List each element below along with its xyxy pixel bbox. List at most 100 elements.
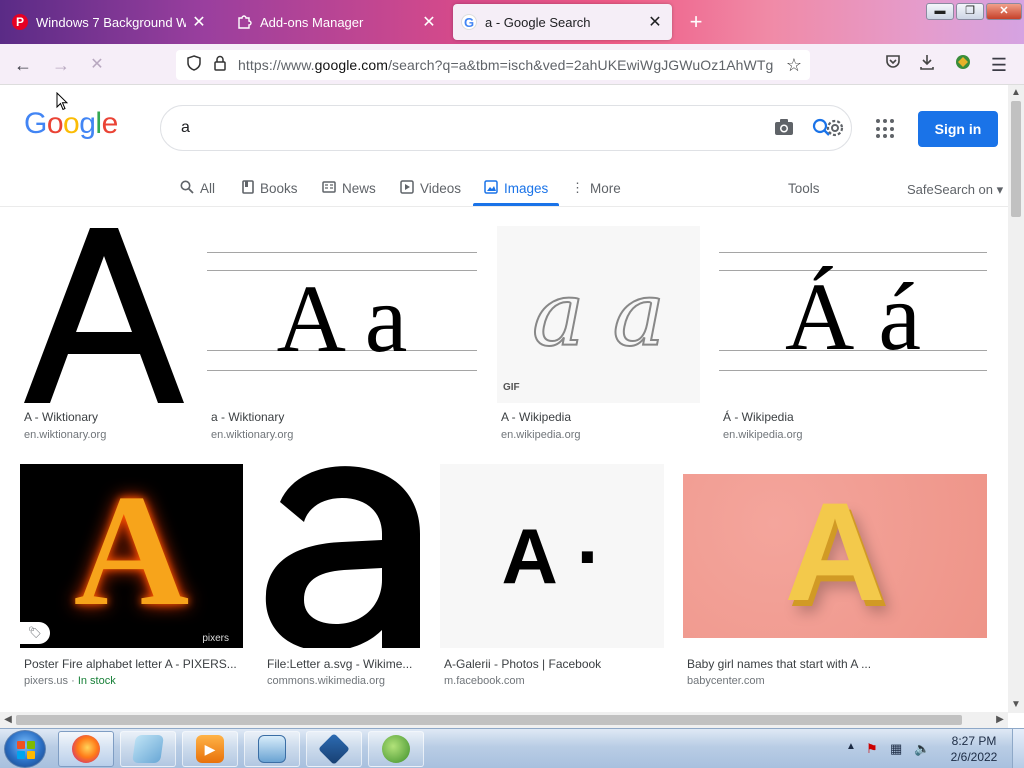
tab-more[interactable]: ⋮ More (571, 175, 621, 201)
search-icon (180, 180, 194, 197)
news-icon (322, 180, 336, 196)
pinterest-icon: P (12, 14, 28, 30)
scroll-up-icon[interactable]: ▲ (1008, 85, 1024, 101)
result-title[interactable]: A-Galerii - Photos | Facebook (444, 657, 664, 671)
gif-badge: GIF (503, 382, 520, 393)
search-input[interactable]: a (181, 119, 190, 137)
system-tray: ▲ ⚑ ▦ 🔈 (842, 729, 942, 768)
search-box[interactable]: a (160, 105, 852, 151)
tab-label: Windows 7 Background Wallpa (36, 14, 186, 30)
minimize-button[interactable]: ▬ (926, 3, 954, 20)
taskbar-download-manager[interactable] (368, 731, 424, 767)
tab-news[interactable]: News (322, 175, 376, 201)
taskbar-control-panel[interactable] (244, 731, 300, 767)
taskbar-app-2[interactable] (120, 731, 176, 767)
safesearch-dropdown[interactable]: SafeSearch on ▾ (907, 182, 1003, 198)
tracking-protection-icon[interactable] (184, 55, 204, 75)
vertical-scrollbar[interactable]: ▲ ▼ (1008, 85, 1024, 713)
extension-icon[interactable] (950, 52, 976, 78)
google-apps-icon[interactable] (876, 119, 896, 139)
result-title[interactable]: File:Letter a.svg - Wikime... (267, 657, 420, 671)
puzzle-icon (236, 14, 252, 30)
url-text[interactable]: https://www.google.com/search?q=a&tbm=is… (238, 57, 774, 73)
show-desktop-button[interactable] (1012, 729, 1024, 768)
result-title[interactable]: Baby girl names that start with A ... (687, 657, 987, 671)
reload-stop-button[interactable]: ✕ (84, 52, 110, 78)
watermark: pixers (202, 633, 229, 644)
tab-windows7-wallpaper[interactable]: P Windows 7 Background Wallpa ✕ (4, 4, 216, 40)
tab-addons-manager[interactable]: Add-ons Manager ✕ (228, 4, 446, 40)
back-button[interactable]: ← (10, 52, 36, 78)
start-button[interactable] (4, 730, 46, 768)
result-title[interactable]: a - Wiktionary (211, 410, 477, 424)
lock-icon[interactable] (210, 55, 230, 75)
windows-logo-icon (17, 741, 35, 759)
result-source: en.wikipedia.org (501, 429, 581, 441)
horizontal-scrollbar[interactable]: ◀ ▶ (0, 712, 1008, 728)
google-images-page: Google a Sign in All Books News Videos I… (0, 85, 1008, 713)
bookmark-star-icon[interactable]: ☆ (784, 55, 804, 75)
result-title[interactable]: A - Wikipedia (501, 410, 700, 424)
result-thumbnail[interactable]: A a (207, 226, 477, 403)
search-tabs: All Books News Videos Images ⋮ More Tools… (0, 171, 1008, 207)
result-title[interactable]: Á - Wikipedia (723, 410, 987, 424)
forward-button[interactable]: → (48, 52, 74, 78)
taskbar-media-player[interactable]: ▶ (182, 731, 238, 767)
result-thumbnail[interactable] (20, 226, 188, 403)
sign-in-button[interactable]: Sign in (918, 111, 998, 147)
scroll-left-icon[interactable]: ◀ (0, 712, 16, 728)
result-title[interactable]: A - Wiktionary (24, 410, 188, 424)
new-tab-button[interactable]: + (684, 10, 708, 34)
tab-close-icon[interactable]: ✕ (646, 12, 664, 32)
result-source: commons.wikimedia.org (267, 675, 385, 687)
search-settings-icon[interactable] (811, 116, 847, 140)
downloads-icon[interactable] (914, 52, 940, 78)
windows-taskbar: ▶ ▲ ⚑ ▦ 🔈 8:27 PM 2/6/2022 (0, 728, 1024, 768)
scroll-right-icon[interactable]: ▶ (992, 712, 1008, 728)
result-thumbnail[interactable]: Á á (719, 226, 987, 403)
clock[interactable]: 8:27 PM 2/6/2022 (944, 733, 1004, 765)
book-icon (242, 179, 254, 197)
vertical-scroll-thumb[interactable] (1011, 101, 1021, 217)
tab-all[interactable]: All (180, 175, 215, 201)
download-manager-icon (382, 735, 410, 763)
result-source: babycenter.com (687, 675, 765, 687)
tab-google-search[interactable]: G a - Google Search ✕ (453, 4, 672, 40)
tab-videos[interactable]: Videos (400, 175, 461, 201)
clock-time: 8:27 PM (951, 734, 997, 748)
result-thumbnail[interactable]: A (683, 474, 987, 638)
result-thumbnail[interactable] (264, 464, 420, 648)
show-hidden-icons-icon[interactable]: ▲ (846, 741, 856, 752)
pocket-icon[interactable] (880, 52, 906, 78)
shopping-tag-icon[interactable]: 🏷 (20, 622, 50, 644)
virtualbox-icon (318, 733, 350, 765)
close-window-button[interactable]: ✕ (986, 3, 1022, 20)
image-icon (484, 179, 498, 197)
browser-tab-bar: P Windows 7 Background Wallpa ✕ Add-ons … (0, 0, 1024, 44)
notes-icon (132, 735, 164, 763)
tab-images[interactable]: Images (484, 175, 548, 201)
camera-icon[interactable] (773, 118, 795, 138)
tab-books[interactable]: Books (242, 175, 298, 201)
result-title[interactable]: Poster Fire alphabet letter A - PIXERS..… (24, 657, 243, 671)
tab-close-icon[interactable]: ✕ (420, 12, 438, 32)
result-thumbnail[interactable]: A 🏷 pixers (20, 464, 243, 648)
tab-close-icon[interactable]: ✕ (190, 12, 208, 32)
result-thumbnail[interactable]: A · (440, 464, 664, 648)
tools-button[interactable]: Tools (788, 181, 820, 196)
result-source: en.wiktionary.org (24, 429, 107, 441)
action-center-icon[interactable]: ⚑ (866, 741, 878, 757)
result-thumbnail[interactable]: a a GIF (497, 226, 700, 403)
horizontal-scroll-thumb[interactable] (16, 715, 962, 725)
menu-icon[interactable]: ☰ (986, 52, 1012, 78)
taskbar-firefox[interactable] (58, 731, 114, 767)
url-bar[interactable]: https://www.google.com/search?q=a&tbm=is… (176, 50, 810, 80)
restore-button[interactable]: ❐ (956, 3, 984, 20)
mouse-cursor-icon (56, 91, 69, 116)
network-icon[interactable]: ▦ (890, 741, 902, 757)
google-logo[interactable]: Google (24, 107, 118, 141)
video-icon (400, 179, 414, 197)
volume-icon[interactable]: 🔈 (914, 741, 930, 757)
scroll-down-icon[interactable]: ▼ (1008, 697, 1024, 713)
taskbar-virtualbox[interactable] (306, 731, 362, 767)
